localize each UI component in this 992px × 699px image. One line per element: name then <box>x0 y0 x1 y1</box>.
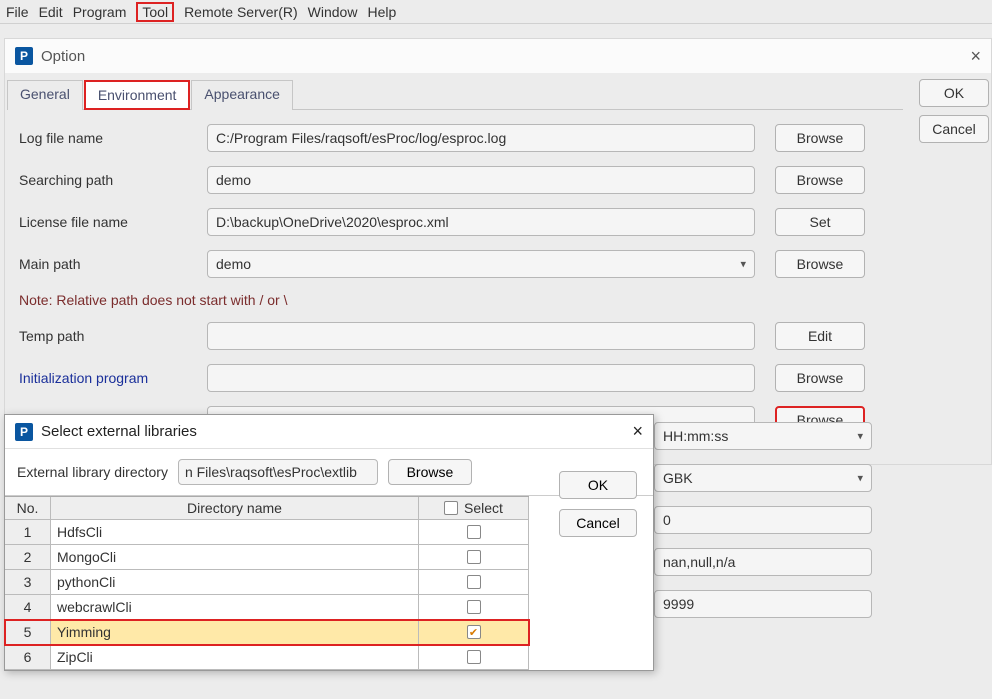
row-select-cell[interactable] <box>419 570 529 595</box>
cancel-button[interactable]: Cancel <box>919 115 989 143</box>
license-input[interactable]: D:\backup\OneDrive\2020\esproc.xml <box>207 208 755 236</box>
row-no: 6 <box>5 645 51 670</box>
chevron-down-icon: ▾ <box>857 472 863 485</box>
row-no: 4 <box>5 595 51 620</box>
license-label: License file name <box>19 214 207 230</box>
encoding-combo[interactable]: GBK▾ <box>654 464 872 492</box>
menu-file[interactable]: File <box>6 4 29 20</box>
main-path-label: Main path <box>19 256 207 272</box>
license-set-button[interactable]: Set <box>775 208 865 236</box>
init-program-input[interactable] <box>207 364 755 392</box>
modal-ok-button[interactable]: OK <box>559 471 637 499</box>
log-file-label: Log file name <box>19 130 207 146</box>
row-no: 1 <box>5 520 51 545</box>
row-checkbox[interactable] <box>467 575 481 589</box>
menu-program[interactable]: Program <box>73 4 127 20</box>
table-row[interactable]: 3pythonCli <box>5 570 529 595</box>
modal-titlebar: P Select external libraries × <box>5 415 653 449</box>
menu-tool[interactable]: Tool <box>136 2 174 22</box>
temp-path-label: Temp path <box>19 328 207 344</box>
modal-title: Select external libraries <box>41 423 197 440</box>
row-directory: Yimming <box>51 620 419 645</box>
chevron-down-icon: ▾ <box>857 430 863 443</box>
row-no: 5 <box>5 620 51 645</box>
select-external-libraries-dialog: P Select external libraries × External l… <box>4 414 654 671</box>
col-no: No. <box>5 497 51 520</box>
col-directory: Directory name <box>51 497 419 520</box>
log-file-input[interactable]: C:/Program Files/raqsoft/esProc/log/espr… <box>207 124 755 152</box>
row-select-cell[interactable] <box>419 595 529 620</box>
relative-path-note: Note: Relative path does not start with … <box>7 292 903 308</box>
row-no: 2 <box>5 545 51 570</box>
col-select[interactable]: Select <box>419 497 529 520</box>
init-program-label: Initialization program <box>19 370 207 386</box>
main-path-combo[interactable]: demo▾ <box>207 250 755 278</box>
row-checkbox[interactable] <box>467 550 481 564</box>
close-icon[interactable]: × <box>632 421 643 442</box>
modal-extlib-input[interactable]: n Files\raqsoft\esProc\extlib <box>178 459 378 485</box>
time-format-combo[interactable]: HH:mm:ss▾ <box>654 422 872 450</box>
nulls-input[interactable]: nan,null,n/a <box>654 548 872 576</box>
log-file-browse-button[interactable]: Browse <box>775 124 865 152</box>
searching-path-input[interactable]: demo <box>207 166 755 194</box>
app-icon: P <box>15 423 33 441</box>
init-program-browse-button[interactable]: Browse <box>775 364 865 392</box>
temp-path-edit-button[interactable]: Edit <box>775 322 865 350</box>
ok-button[interactable]: OK <box>919 79 989 107</box>
select-all-checkbox[interactable] <box>444 501 458 515</box>
row-select-cell[interactable]: ✔ <box>419 620 529 645</box>
menu-help[interactable]: Help <box>367 4 396 20</box>
menu-edit[interactable]: Edit <box>39 4 63 20</box>
table-row[interactable]: 4webcrawlCli <box>5 595 529 620</box>
main-path-browse-button[interactable]: Browse <box>775 250 865 278</box>
chevron-down-icon: ▾ <box>740 258 746 271</box>
peek-fields: HH:mm:ss▾ GBK▾ 0 nan,null,n/a 9999 <box>654 422 872 618</box>
temp-path-input[interactable] <box>207 322 755 350</box>
tab-general[interactable]: General <box>7 80 83 110</box>
max-input[interactable]: 9999 <box>654 590 872 618</box>
modal-cancel-button[interactable]: Cancel <box>559 509 637 537</box>
table-row[interactable]: 2MongoCli <box>5 545 529 570</box>
row-no: 3 <box>5 570 51 595</box>
modal-browse-button[interactable]: Browse <box>388 459 472 485</box>
row-directory: MongoCli <box>51 545 419 570</box>
modal-extlib-label: External library directory <box>17 464 168 480</box>
close-icon[interactable]: × <box>970 46 981 67</box>
table-row[interactable]: 1HdfsCli <box>5 520 529 545</box>
row-checkbox[interactable] <box>467 600 481 614</box>
menu-remote-server[interactable]: Remote Server(R) <box>184 4 298 20</box>
tab-appearance[interactable]: Appearance <box>191 80 293 110</box>
menu-window[interactable]: Window <box>308 4 358 20</box>
table-row[interactable]: 5Yimming ✔ <box>5 620 529 645</box>
row-directory: pythonCli <box>51 570 419 595</box>
zero-input[interactable]: 0 <box>654 506 872 534</box>
menubar: File Edit Program Tool Remote Server(R) … <box>0 0 992 24</box>
row-checkbox[interactable] <box>467 525 481 539</box>
window-title: Option <box>41 48 85 65</box>
row-select-cell[interactable] <box>419 645 529 670</box>
row-checkbox[interactable] <box>467 650 481 664</box>
libraries-table: No. Directory name Select 1HdfsCli2Mongo… <box>5 496 529 670</box>
row-directory: HdfsCli <box>51 520 419 545</box>
row-checkbox[interactable]: ✔ <box>467 625 481 639</box>
dialog-buttons: OK Cancel <box>911 73 991 464</box>
searching-path-browse-button[interactable]: Browse <box>775 166 865 194</box>
titlebar: P Option × <box>5 39 991 73</box>
tab-environment[interactable]: Environment <box>84 80 191 110</box>
app-icon: P <box>15 47 33 65</box>
tabs: General Environment Appearance <box>7 79 903 110</box>
table-row[interactable]: 6ZipCli <box>5 645 529 670</box>
row-directory: webcrawlCli <box>51 595 419 620</box>
searching-path-label: Searching path <box>19 172 207 188</box>
row-select-cell[interactable] <box>419 520 529 545</box>
row-select-cell[interactable] <box>419 545 529 570</box>
option-window: P Option × General Environment Appearanc… <box>4 38 992 465</box>
row-directory: ZipCli <box>51 645 419 670</box>
modal-side-buttons: OK Cancel <box>559 471 637 537</box>
